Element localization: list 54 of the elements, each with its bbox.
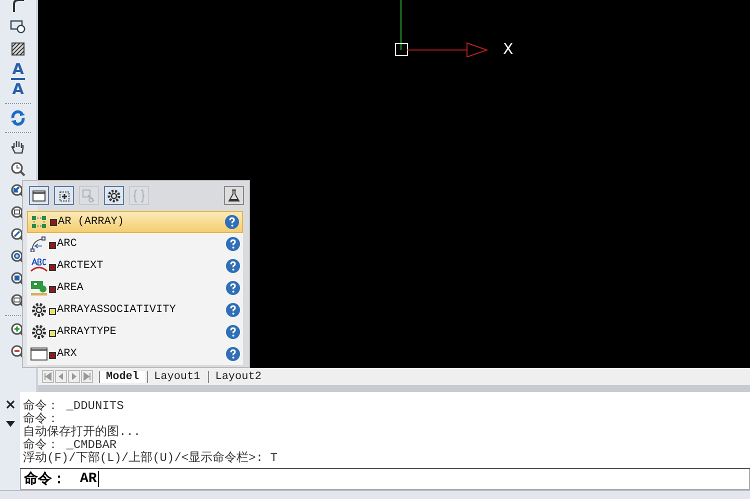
insert-button[interactable] xyxy=(54,186,74,205)
history-line: 命令： xyxy=(23,413,59,426)
history-line: 命令： _DDUNITS xyxy=(23,400,125,413)
layout-tab[interactable]: Layout1 xyxy=(147,370,206,382)
flask-icon xyxy=(227,188,241,202)
history-line: 自动保存打开的图... xyxy=(23,426,142,439)
window-icon xyxy=(30,346,48,362)
help-icon[interactable] xyxy=(226,325,240,339)
text-tool[interactable]: A xyxy=(11,80,25,100)
arc-icon xyxy=(30,236,48,252)
axis-label: X xyxy=(503,40,514,58)
zoom-icon[interactable] xyxy=(10,161,26,177)
insert-icon xyxy=(57,188,71,202)
help-icon[interactable] xyxy=(226,259,240,273)
suggestion-item[interactable]: AR (ARRAY) xyxy=(27,211,243,233)
rotate-icon[interactable] xyxy=(10,110,26,126)
suggestion-label: AR (ARRAY) xyxy=(58,216,126,228)
help-icon[interactable] xyxy=(226,281,240,295)
fillet-icon[interactable] xyxy=(11,0,25,12)
suggestion-label: ARC xyxy=(57,238,78,250)
scissors-icon xyxy=(82,188,96,202)
region-icon[interactable] xyxy=(10,20,26,34)
command-input[interactable]: AR xyxy=(80,471,99,487)
window-button[interactable] xyxy=(29,186,49,205)
gear-icon xyxy=(30,302,48,318)
history-line: 命令： _CMDBAR xyxy=(23,439,118,452)
hatch-icon[interactable] xyxy=(11,42,25,56)
suggestion-label: AREA xyxy=(57,282,84,294)
array-icon xyxy=(31,214,49,230)
gear-icon xyxy=(30,324,48,340)
help-icon[interactable] xyxy=(226,237,240,251)
multiline-text-tool[interactable]: A xyxy=(11,60,25,80)
history-line: 浮动(F)/下部(L)/上部(U)/<显示命令栏>: T xyxy=(23,452,278,465)
layout-tab[interactable]: Model xyxy=(99,370,146,382)
hand-icon[interactable] xyxy=(11,139,25,155)
suggestion-label: ARX xyxy=(57,348,78,360)
dropdown-arrow-icon[interactable] xyxy=(6,421,14,427)
close-icon[interactable] xyxy=(6,400,14,409)
help-icon[interactable] xyxy=(226,303,240,317)
area-icon xyxy=(30,280,48,296)
suggestion-label: ARRAYTYPE xyxy=(57,326,118,338)
settings-button[interactable] xyxy=(104,186,124,205)
gear-icon xyxy=(107,188,121,202)
suggestion-label: ARCTEXT xyxy=(57,260,104,272)
suggestion-label: ARRAYASSOCIATIVITY xyxy=(57,304,177,316)
help-icon[interactable] xyxy=(226,347,240,361)
help-icon[interactable] xyxy=(225,215,239,229)
arc-text-icon xyxy=(30,258,48,274)
ucs-axis-icon xyxy=(394,0,488,57)
command-prompt: 命令： xyxy=(24,470,66,488)
window-icon xyxy=(32,188,46,202)
flask-button[interactable] xyxy=(224,186,244,205)
braces-icon xyxy=(132,188,146,202)
layout-tab[interactable]: Layout2 xyxy=(208,370,268,382)
